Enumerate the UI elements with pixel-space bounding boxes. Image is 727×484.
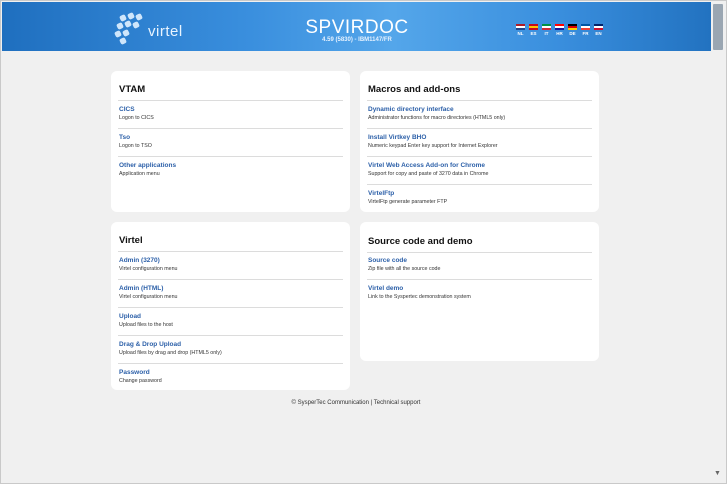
divider <box>367 252 592 253</box>
item-description: Logon to TSO <box>119 143 152 149</box>
list-item: Admin (HTML) Virtel configuration menu <box>119 285 343 301</box>
list-item: Tso Logon to TSO <box>119 134 343 150</box>
divider <box>118 279 343 280</box>
source-card: Source code and demo Source code Zip fil… <box>360 222 599 361</box>
list-item: CICS Logon to CICS <box>119 106 343 122</box>
page-footer: © SysperTec Communication | Technical su… <box>1 400 711 406</box>
source-title: Source code and demo <box>368 236 473 247</box>
virtel-card: Virtel Admin (3270) Virtel configuration… <box>111 222 350 390</box>
language-code: EN <box>595 31 602 36</box>
source-code-link[interactable]: Source code <box>368 257 592 265</box>
vtam-card: VTAM CICS Logon to CICS Tso Logon to TSO… <box>111 71 350 212</box>
vertical-scrollbar[interactable]: ▼ <box>711 2 725 483</box>
divider <box>118 128 343 129</box>
flag-icon <box>581 24 590 30</box>
tso-link[interactable]: Tso <box>119 134 343 142</box>
divider <box>367 100 592 101</box>
language-flag-es[interactable]: ES <box>527 24 540 36</box>
language-flag-de[interactable]: DE <box>566 24 579 36</box>
flag-icon <box>542 24 551 30</box>
language-flag-nl[interactable]: NL <box>514 24 527 36</box>
item-description: Upload files to the host <box>119 322 173 328</box>
list-item: Drag & Drop Upload Upload files by drag … <box>119 341 343 357</box>
dynamic-directory-link[interactable]: Dynamic directory interface <box>368 106 592 114</box>
list-item: Virtel demo Link to the Syspertec demons… <box>368 285 592 301</box>
item-description: Link to the Syspertec demonstration syst… <box>368 294 471 300</box>
list-item: Password Change password <box>119 369 343 385</box>
item-description: Numeric keypad Enter key support for Int… <box>368 143 498 149</box>
flag-icon <box>568 24 577 30</box>
language-code: ES <box>530 31 537 36</box>
divider <box>118 100 343 101</box>
list-item: Other applications Application menu <box>119 162 343 178</box>
scroll-down-arrow-icon[interactable]: ▼ <box>714 470 721 477</box>
browser-viewport: virtel SPVIRDOC 4.59 (5830) - IBM1147/FR… <box>0 0 727 484</box>
list-item: Admin (3270) Virtel configuration menu <box>119 257 343 273</box>
upload-link[interactable]: Upload <box>119 313 343 321</box>
list-item: Install Virtkey BHO Numeric keypad Enter… <box>368 134 592 150</box>
virtelftp-link[interactable]: VirtelFtp <box>368 190 592 198</box>
item-description: Support for copy and paste of 3270 data … <box>368 171 489 177</box>
language-flag-hr[interactable]: HR <box>553 24 566 36</box>
version-subtitle: 4.59 (5830) - IBM1147/FR <box>322 37 392 43</box>
flag-icon <box>516 24 525 30</box>
language-flag-it[interactable]: IT <box>540 24 553 36</box>
language-code: HR <box>556 31 563 36</box>
copyright-text: © SysperTec Communication <box>291 400 369 406</box>
item-description: Upload files by drag and drop (HTML5 onl… <box>119 350 222 356</box>
list-item: VirtelFtp VirtelFtp generate parameter F… <box>368 190 592 206</box>
item-description: Change password <box>119 378 162 384</box>
macros-title: Macros and add-ons <box>368 84 461 95</box>
admin-3270-link[interactable]: Admin (3270) <box>119 257 343 265</box>
scrollbar-thumb[interactable] <box>713 4 723 50</box>
divider <box>367 156 592 157</box>
password-link[interactable]: Password <box>119 369 343 377</box>
install-virtkey-link[interactable]: Install Virtkey BHO <box>368 134 592 142</box>
macros-card: Macros and add-ons Dynamic directory int… <box>360 71 599 212</box>
divider <box>118 307 343 308</box>
language-code: DE <box>569 31 576 36</box>
item-description: Virtel configuration menu <box>119 266 178 272</box>
language-code: FR <box>582 31 589 36</box>
divider <box>367 279 592 280</box>
admin-html-link[interactable]: Admin (HTML) <box>119 285 343 293</box>
language-code: IT <box>544 31 549 36</box>
item-description: Virtel configuration menu <box>119 294 178 300</box>
flag-icon <box>555 24 564 30</box>
divider <box>367 128 592 129</box>
flag-icon <box>529 24 538 30</box>
list-item: Source code Zip file with all the source… <box>368 257 592 273</box>
language-flag-en[interactable]: EN <box>592 24 605 36</box>
item-description: Application menu <box>119 171 160 177</box>
other-applications-link[interactable]: Other applications <box>119 162 343 170</box>
divider <box>367 184 592 185</box>
divider <box>118 156 343 157</box>
item-description: Logon to CICS <box>119 115 154 121</box>
cics-link[interactable]: CICS <box>119 106 343 114</box>
language-code: NL <box>517 31 524 36</box>
item-description: Administrator functions for macro direct… <box>368 115 506 121</box>
language-selector: NL ES IT HR DE FR EN <box>514 24 605 36</box>
item-description: VirtelFtp generate parameter FTP <box>368 199 448 205</box>
virtel-demo-link[interactable]: Virtel demo <box>368 285 592 293</box>
drag-drop-upload-link[interactable]: Drag & Drop Upload <box>119 341 343 349</box>
item-description: Zip file with all the source code <box>368 266 441 272</box>
flag-icon <box>594 24 603 30</box>
technical-support-link[interactable]: Technical support <box>374 400 421 406</box>
page-title: SPVIRDOC <box>305 17 409 38</box>
divider <box>118 363 343 364</box>
list-item: Upload Upload files to the host <box>119 313 343 329</box>
language-flag-fr[interactable]: FR <box>579 24 592 36</box>
list-item: Dynamic directory interface Administrato… <box>368 106 592 122</box>
chrome-addon-link[interactable]: Virtel Web Access Add-on for Chrome <box>368 162 592 170</box>
divider <box>118 335 343 336</box>
vtam-title: VTAM <box>119 84 146 95</box>
page-header: virtel SPVIRDOC 4.59 (5830) - IBM1147/FR… <box>2 2 712 51</box>
list-item: Virtel Web Access Add-on for Chrome Supp… <box>368 162 592 178</box>
virtel-title: Virtel <box>119 235 143 246</box>
divider <box>118 251 343 252</box>
